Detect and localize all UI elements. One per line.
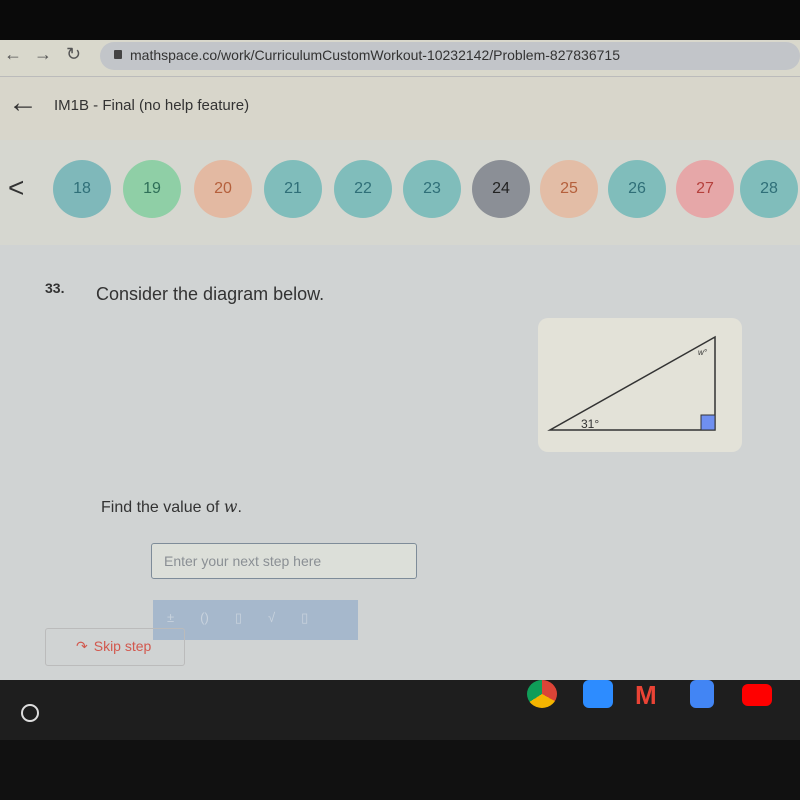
problem-tab-19[interactable]: 19 [123, 160, 181, 218]
answer-input[interactable]: Enter your next step here [151, 543, 417, 579]
keypad-key[interactable]: ▯ [301, 610, 308, 640]
taskbar [0, 680, 800, 740]
chevron-left-icon[interactable]: < [8, 172, 24, 204]
skip-icon: ↷ [76, 638, 88, 654]
gmail-icon[interactable]: M [635, 680, 665, 710]
question-number: 33. [45, 280, 65, 296]
problem-tab-21[interactable]: 21 [264, 160, 322, 218]
find-instruction: Find the value of w. [101, 497, 242, 517]
problem-tab-26[interactable]: 26 [608, 160, 666, 218]
launcher-icon[interactable] [21, 704, 39, 722]
angle-bottom-label: 31° [581, 417, 599, 431]
keypad-key[interactable]: ▯ [235, 610, 242, 640]
docs-icon[interactable] [690, 680, 714, 708]
page-title: IM1B - Final (no help feature) [54, 97, 250, 114]
right-triangle [547, 335, 716, 431]
triangle-diagram: 31° w° [538, 318, 742, 452]
problem-tab-25[interactable]: 25 [540, 160, 598, 218]
problem-tab-20[interactable]: 20 [194, 160, 252, 218]
problem-tab-24[interactable]: 24 [472, 160, 530, 218]
angle-top-label: w° [698, 348, 708, 357]
right-angle-marker [700, 414, 716, 431]
problem-tab-22[interactable]: 22 [334, 160, 392, 218]
url-text: mathspace.co/work/CurriculumCustomWorkou… [130, 47, 620, 63]
keypad-key[interactable]: () [200, 610, 209, 640]
skip-step-button[interactable]: ↷ Skip step [45, 628, 185, 666]
back-arrow-icon[interactable]: ← [8, 88, 38, 118]
lock-icon [114, 50, 122, 59]
keypad-key[interactable]: √ [268, 610, 275, 640]
problem-tab-23[interactable]: 23 [403, 160, 461, 218]
variable: w [223, 497, 238, 516]
problem-tab-27[interactable]: 27 [676, 160, 734, 218]
reload-icon[interactable]: ↻ [66, 44, 81, 65]
browser-back-icon[interactable]: ← [4, 44, 22, 65]
problem-tab-28[interactable]: 28 [740, 160, 798, 218]
browser-forward-icon[interactable]: → [34, 44, 52, 65]
address-bar[interactable]: mathspace.co/work/CurriculumCustomWorkou… [100, 42, 800, 70]
find-suffix: . [237, 499, 242, 516]
youtube-icon[interactable] [742, 684, 772, 706]
zoom-meet-icon[interactable] [583, 680, 613, 708]
problem-area [0, 245, 800, 680]
skip-label: Skip step [93, 638, 152, 654]
find-text: Find the value of [101, 499, 224, 516]
problem-tab-18[interactable]: 18 [53, 160, 111, 218]
chrome-icon[interactable] [527, 680, 557, 708]
question-prompt: Consider the diagram below. [96, 284, 325, 304]
